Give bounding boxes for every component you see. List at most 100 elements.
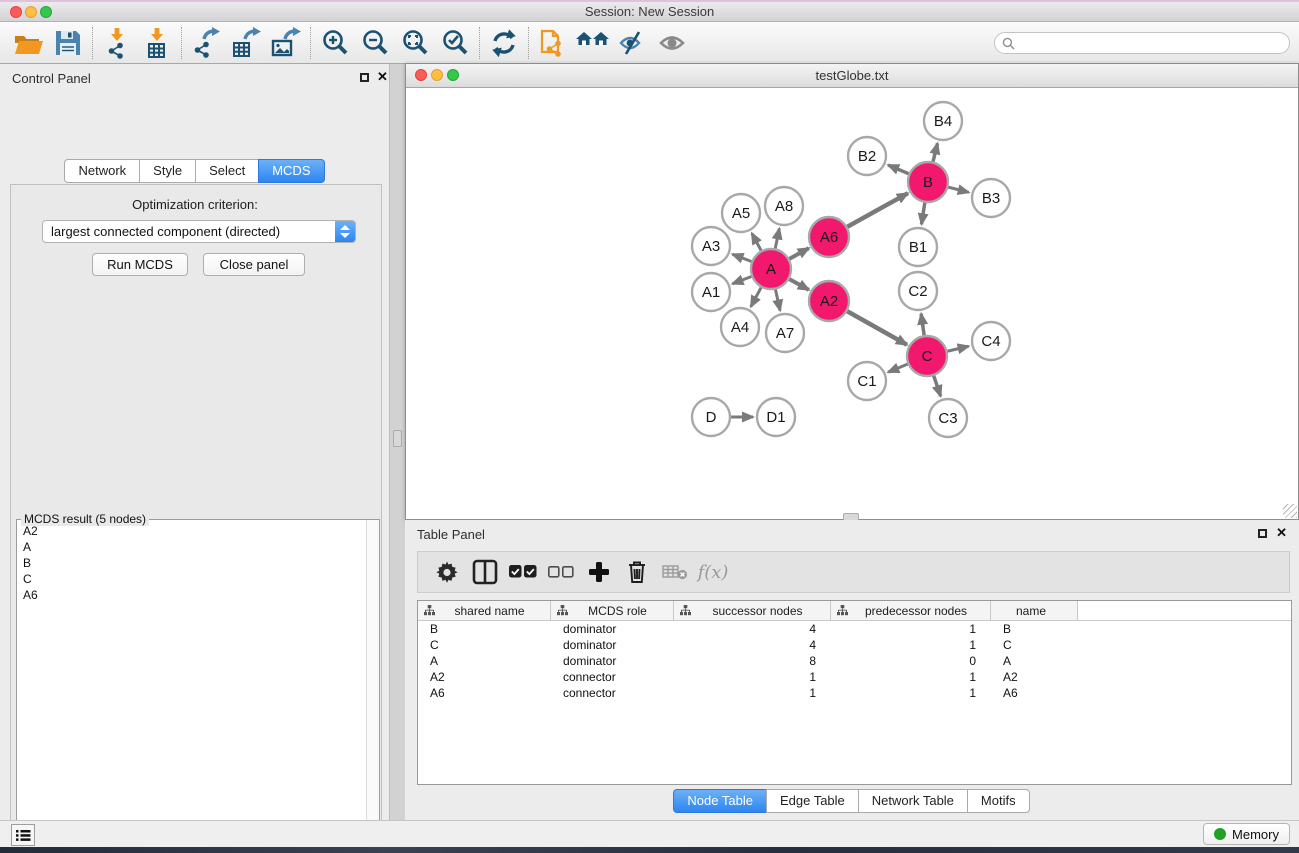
close-window-button[interactable] bbox=[10, 6, 22, 18]
column-header-successor-nodes[interactable]: successor nodes bbox=[674, 601, 831, 620]
table-row[interactable]: A2connector11A2 bbox=[418, 669, 1291, 685]
table-cell[interactable]: B bbox=[418, 622, 551, 636]
net-zoom-button[interactable] bbox=[447, 69, 459, 81]
mcds-result-list[interactable]: A2ABCA6 bbox=[18, 523, 365, 853]
criterion-select[interactable]: largest connected component (directed) bbox=[42, 220, 356, 243]
zoom-out-icon[interactable] bbox=[355, 26, 395, 60]
table-close-panel-icon[interactable]: ✕ bbox=[1276, 526, 1287, 540]
table-row[interactable]: Cdominator41C bbox=[418, 637, 1291, 653]
table-cell[interactable]: B bbox=[991, 622, 1078, 636]
zoom-in-icon[interactable] bbox=[315, 26, 355, 60]
tab-node-table[interactable]: Node Table bbox=[673, 789, 767, 813]
table-cell[interactable]: dominator bbox=[551, 622, 674, 636]
table-cell[interactable]: connector bbox=[551, 686, 674, 700]
refresh-icon[interactable] bbox=[484, 26, 524, 60]
node-A5[interactable]: A5 bbox=[722, 194, 760, 232]
save-session-icon[interactable] bbox=[48, 26, 88, 60]
table-row[interactable]: Adominator80A bbox=[418, 653, 1291, 669]
table-cell[interactable]: 8 bbox=[674, 654, 831, 668]
add-column-icon[interactable] bbox=[580, 555, 618, 589]
node-D1[interactable]: D1 bbox=[757, 398, 795, 436]
search-input[interactable] bbox=[1019, 35, 1289, 51]
tab-style[interactable]: Style bbox=[139, 159, 196, 183]
node-C4[interactable]: C4 bbox=[972, 322, 1010, 360]
hide-annotations-icon[interactable] bbox=[613, 26, 653, 60]
column-layout-icon[interactable] bbox=[466, 555, 504, 589]
node-table[interactable]: shared nameMCDS rolesuccessor nodesprede… bbox=[417, 600, 1292, 785]
node-B2[interactable]: B2 bbox=[848, 137, 886, 175]
network-window-titlebar[interactable]: testGlobe.txt bbox=[406, 64, 1298, 88]
show-graphics-icon[interactable] bbox=[653, 26, 693, 60]
node-A2[interactable]: A2 bbox=[809, 281, 849, 321]
tab-network-table[interactable]: Network Table bbox=[858, 789, 968, 813]
table-row[interactable]: A6connector11A6 bbox=[418, 685, 1291, 701]
network-graph[interactable]: B4B2BB3A5A8A6A3B1AC2A1A2A4A7C4CC1C3DD1 bbox=[406, 88, 1298, 519]
node-C2[interactable]: C2 bbox=[899, 272, 937, 310]
node-A[interactable]: A bbox=[751, 249, 791, 289]
window-resize-grip[interactable] bbox=[1283, 504, 1297, 518]
delete-column-icon[interactable] bbox=[618, 555, 656, 589]
tab-mcds[interactable]: MCDS bbox=[258, 159, 324, 183]
table-cell[interactable]: 1 bbox=[831, 622, 991, 636]
node-A7[interactable]: A7 bbox=[766, 314, 804, 352]
close-panel-button[interactable]: Close panel bbox=[203, 253, 305, 276]
export-table-icon[interactable] bbox=[226, 26, 266, 60]
table-cell[interactable]: A6 bbox=[991, 686, 1078, 700]
node-B[interactable]: B bbox=[908, 162, 948, 202]
node-A1[interactable]: A1 bbox=[692, 273, 730, 311]
settings-icon[interactable] bbox=[428, 555, 466, 589]
table-row[interactable]: Bdominator41B bbox=[418, 621, 1291, 637]
table-cell[interactable]: 1 bbox=[674, 670, 831, 684]
minimize-window-button[interactable] bbox=[25, 6, 37, 18]
node-B1[interactable]: B1 bbox=[899, 228, 937, 266]
node-A8[interactable]: A8 bbox=[765, 187, 803, 225]
export-image-icon[interactable] bbox=[266, 26, 306, 60]
net-minimize-button[interactable] bbox=[431, 69, 443, 81]
mcds-result-item[interactable]: A2 bbox=[18, 523, 365, 539]
table-cell[interactable]: 1 bbox=[831, 638, 991, 652]
tab-network[interactable]: Network bbox=[64, 159, 140, 183]
zoom-selected-icon[interactable] bbox=[435, 26, 475, 60]
table-cell[interactable]: connector bbox=[551, 670, 674, 684]
column-header-shared-name[interactable]: shared name bbox=[418, 601, 551, 620]
zoom-window-button[interactable] bbox=[40, 6, 52, 18]
node-A6[interactable]: A6 bbox=[809, 217, 849, 257]
table-cell[interactable]: A bbox=[991, 654, 1078, 668]
task-history-button[interactable] bbox=[11, 824, 35, 846]
mcds-result-item[interactable]: A6 bbox=[18, 587, 365, 603]
memory-button[interactable]: Memory bbox=[1203, 823, 1290, 845]
vertical-split-grip[interactable] bbox=[393, 430, 402, 447]
column-header-MCDS-role[interactable]: MCDS role bbox=[551, 601, 674, 620]
table-cell[interactable]: 4 bbox=[674, 638, 831, 652]
table-cell[interactable]: 1 bbox=[674, 686, 831, 700]
import-network-icon[interactable] bbox=[97, 26, 137, 60]
tab-edge-table[interactable]: Edge Table bbox=[766, 789, 859, 813]
tab-motifs[interactable]: Motifs bbox=[967, 789, 1030, 813]
node-C1[interactable]: C1 bbox=[848, 362, 886, 400]
table-float-panel-icon[interactable] bbox=[1258, 529, 1267, 538]
mcds-result-item[interactable]: B bbox=[18, 555, 365, 571]
network-canvas[interactable]: B4B2BB3A5A8A6A3B1AC2A1A2A4A7C4CC1C3DD1 bbox=[406, 88, 1298, 519]
table-cell[interactable]: C bbox=[418, 638, 551, 652]
node-C[interactable]: C bbox=[907, 336, 947, 376]
result-scrollbar[interactable] bbox=[366, 520, 379, 853]
float-panel-icon[interactable] bbox=[360, 73, 369, 82]
network-from-file-icon[interactable] bbox=[533, 26, 573, 60]
table-cell[interactable]: A2 bbox=[991, 670, 1078, 684]
import-table-icon[interactable] bbox=[137, 26, 177, 60]
mcds-result-item[interactable]: A bbox=[18, 539, 365, 555]
select-all-check-icon[interactable] bbox=[504, 555, 542, 589]
open-file-icon[interactable] bbox=[8, 26, 48, 60]
table-cell[interactable]: 0 bbox=[831, 654, 991, 668]
column-header-predecessor-nodes[interactable]: predecessor nodes bbox=[831, 601, 991, 620]
table-cell[interactable]: C bbox=[991, 638, 1078, 652]
home-icon[interactable] bbox=[573, 26, 613, 60]
node-C3[interactable]: C3 bbox=[929, 399, 967, 437]
table-cell[interactable]: A6 bbox=[418, 686, 551, 700]
close-panel-icon[interactable]: ✕ bbox=[377, 70, 388, 84]
column-header-name[interactable]: name bbox=[991, 601, 1078, 620]
node-D[interactable]: D bbox=[692, 398, 730, 436]
node-B4[interactable]: B4 bbox=[924, 102, 962, 140]
table-cell[interactable]: A2 bbox=[418, 670, 551, 684]
table-cell[interactable]: dominator bbox=[551, 654, 674, 668]
